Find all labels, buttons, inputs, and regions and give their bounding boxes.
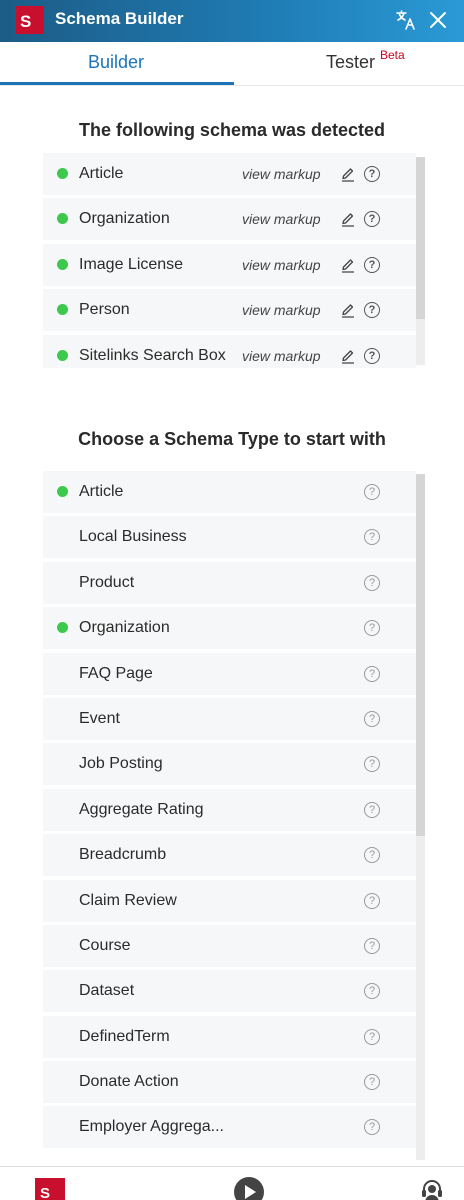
detected-schema-list: Article view markup? Organization view mark…	[43, 153, 416, 368]
schema-label: Person	[79, 301, 130, 319]
support-icon[interactable]	[419, 1177, 445, 1200]
schema-type-row[interactable]: Local Business?	[43, 516, 416, 559]
schema-type-row[interactable]: Event?	[43, 697, 416, 740]
schema-type-list: Article? Local Business? Product? Organizat…	[43, 471, 416, 1160]
edit-icon[interactable]	[340, 166, 356, 182]
help-icon[interactable]: ?	[364, 801, 380, 818]
schema-label: Sitelinks Search Box	[79, 346, 226, 364]
beta-badge: Beta	[380, 48, 405, 62]
help-icon[interactable]: ?	[364, 983, 380, 1000]
active-tab-indicator	[0, 82, 234, 85]
translate-icon[interactable]	[394, 8, 418, 32]
help-icon[interactable]: ?	[364, 166, 380, 182]
schema-type-label: Breadcrumb	[79, 846, 167, 864]
help-icon[interactable]: ?	[364, 484, 380, 500]
status-dot	[57, 168, 68, 179]
help-icon[interactable]: ?	[364, 847, 380, 864]
schema-type-row[interactable]: Breadcrumb?	[43, 834, 416, 877]
status-dot	[57, 486, 68, 497]
schema-logo: S	[16, 6, 44, 34]
schema-label: Image License	[79, 255, 184, 273]
edit-icon[interactable]	[340, 302, 356, 318]
schema-type-row[interactable]: DefinedTerm?	[43, 1015, 416, 1058]
help-icon[interactable]: ?	[364, 347, 380, 364]
help-icon[interactable]: ?	[364, 937, 380, 954]
edit-icon[interactable]	[340, 257, 356, 273]
schema-type-label: Course	[79, 936, 131, 954]
schema-type-row[interactable]: Aggregate Rating?	[43, 788, 416, 831]
view-markup-link[interactable]: view markup	[242, 211, 321, 227]
edit-icon[interactable]	[340, 348, 356, 364]
help-icon[interactable]: ?	[364, 710, 380, 727]
edit-icon[interactable]	[340, 211, 356, 228]
help-icon[interactable]: ?	[364, 1074, 380, 1091]
schema-type-label: Event	[79, 709, 120, 727]
tab-tester[interactable]: Tester	[326, 52, 375, 73]
view-markup-link[interactable]: view markup	[242, 302, 321, 318]
scrollbar-thumb[interactable]	[416, 157, 425, 319]
help-icon[interactable]: ?	[364, 756, 380, 773]
tab-bar: Builder Tester Beta	[0, 42, 464, 86]
type-list-scrollbar[interactable]	[416, 474, 425, 1160]
view-markup-link[interactable]: view markup	[242, 257, 321, 273]
schema-type-label: FAQ Page	[79, 664, 153, 682]
status-dot	[57, 213, 68, 225]
schema-type-row[interactable]: FAQ Page?	[43, 652, 416, 695]
scrollbar-thumb[interactable]	[416, 474, 425, 836]
schema-type-row[interactable]: Dataset?	[43, 970, 416, 1013]
schema-type-section-title: Choose a Schema Type to start with	[78, 429, 386, 449]
help-icon[interactable]: ?	[364, 1119, 380, 1136]
schema-type-row[interactable]: Article?	[43, 471, 416, 513]
help-icon[interactable]: ?	[364, 892, 380, 909]
schema-type-row[interactable]: Employer Aggrega...?	[43, 1106, 416, 1149]
schema-type-label: Claim Review	[79, 891, 177, 909]
schema-type-row[interactable]: Product?	[43, 561, 416, 604]
status-dot	[57, 349, 68, 361]
schema-type-row[interactable]: Job Posting?	[43, 743, 416, 786]
detected-schema-row: Organization view markup?	[43, 198, 416, 241]
help-icon[interactable]: ?	[364, 302, 380, 319]
schema-type-label: Product	[79, 573, 135, 591]
schema-type-label: Dataset	[79, 982, 135, 1000]
detected-section-title: The following schema was detected	[78, 120, 386, 140]
schema-label: Article	[79, 165, 124, 182]
detected-schema-row: Image License view markup?	[43, 243, 416, 286]
status-dot	[57, 258, 68, 270]
schema-type-row[interactable]: Course?	[43, 924, 416, 967]
detected-list-scrollbar[interactable]	[416, 157, 425, 365]
footer-logo[interactable]: S	[35, 1178, 65, 1200]
app-header: S Schema Builder	[0, 0, 464, 42]
help-icon[interactable]: ?	[364, 574, 380, 591]
close-icon[interactable]	[426, 8, 450, 32]
schema-type-label: Article	[79, 483, 124, 500]
schema-type-label: Donate Action	[79, 1073, 179, 1091]
schema-type-label: Local Business	[79, 528, 187, 546]
help-icon[interactable]: ?	[364, 665, 380, 682]
app-title: Schema Builder	[55, 9, 184, 28]
schema-type-label: DefinedTerm	[79, 1027, 170, 1045]
help-icon[interactable]: ?	[364, 256, 380, 273]
schema-type-label: Job Posting	[79, 755, 163, 773]
detected-schema-row: Person view markup?	[43, 289, 416, 332]
detected-schema-row: Article view markup?	[43, 153, 416, 195]
help-icon[interactable]: ?	[364, 620, 380, 637]
help-icon[interactable]: ?	[364, 1028, 380, 1045]
status-dot	[57, 622, 68, 634]
view-markup-link[interactable]: view markup	[242, 348, 321, 364]
schema-type-row[interactable]: Organization?	[43, 607, 416, 650]
detected-schema-row: Sitelinks Search Box view markup?	[43, 334, 416, 368]
view-markup-link[interactable]: view markup	[242, 166, 321, 182]
schema-type-label: Employer Aggrega...	[79, 1118, 224, 1136]
tab-builder[interactable]: Builder	[0, 52, 232, 73]
schema-label: Organization	[79, 210, 170, 228]
schema-type-row[interactable]: Claim Review?	[43, 879, 416, 922]
status-dot	[57, 304, 68, 316]
schema-type-label: Organization	[79, 619, 170, 637]
help-icon[interactable]: ?	[364, 211, 380, 228]
schema-type-label: Aggregate Rating	[79, 800, 204, 818]
footer-bar: S	[0, 1166, 464, 1200]
schema-type-row[interactable]: Donate Action?	[43, 1061, 416, 1104]
help-icon[interactable]: ?	[364, 529, 380, 546]
play-icon[interactable]	[234, 1177, 264, 1200]
